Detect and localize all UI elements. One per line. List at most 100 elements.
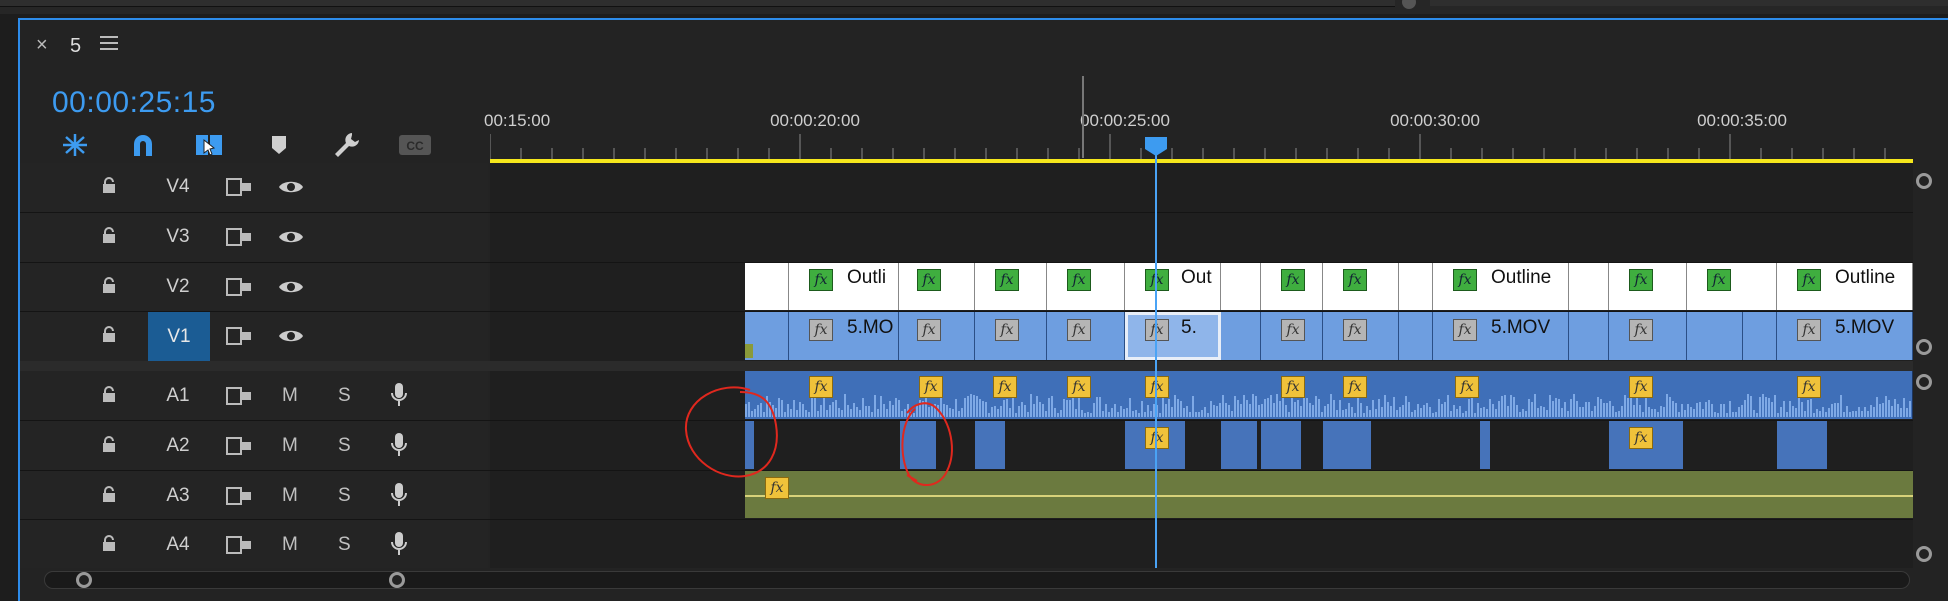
add-marker-icon[interactable] xyxy=(262,130,296,160)
lock-icon[interactable] xyxy=(102,326,116,342)
title-clip[interactable]: fx Outline xyxy=(1777,263,1913,310)
settings-wrench-icon[interactable] xyxy=(330,130,364,160)
track-label-v4[interactable]: V4 xyxy=(150,176,206,198)
mute-button[interactable]: M xyxy=(282,435,298,457)
video-clip[interactable]: fx 5.MO xyxy=(789,312,899,360)
snap-magnet-icon[interactable] xyxy=(126,130,160,160)
video-scroll-knob[interactable] xyxy=(1916,173,1932,189)
nested-sequence-icon[interactable] xyxy=(58,130,92,160)
sync-lock-icon[interactable] xyxy=(226,437,252,455)
eye-icon[interactable] xyxy=(278,179,304,195)
eye-icon[interactable] xyxy=(278,279,304,295)
lock-icon[interactable] xyxy=(102,386,116,402)
lock-icon[interactable] xyxy=(102,277,116,293)
title-clip[interactable]: fx xyxy=(1323,263,1399,310)
eye-icon[interactable] xyxy=(278,328,304,344)
video-clip[interactable]: fx xyxy=(975,312,1047,360)
audio-scroll-knob[interactable] xyxy=(1916,374,1932,390)
video-clip[interactable]: fx xyxy=(1609,312,1687,360)
sync-lock-icon[interactable] xyxy=(226,536,252,554)
panel-menu-icon[interactable] xyxy=(100,36,118,54)
playhead-handle[interactable] xyxy=(1144,136,1168,156)
sync-lock-icon[interactable] xyxy=(226,178,252,196)
title-clip[interactable]: fx Outline xyxy=(1433,263,1569,310)
track-label-v1[interactable]: V1 xyxy=(148,312,210,361)
track-label-a3[interactable]: A3 xyxy=(150,485,206,507)
title-clip[interactable]: fx xyxy=(899,263,975,310)
lock-icon[interactable] xyxy=(102,486,116,502)
video-clip[interactable]: fx 5.MOV xyxy=(1777,312,1913,360)
video-clip[interactable] xyxy=(1743,312,1777,360)
solo-button[interactable]: S xyxy=(338,435,351,457)
video-clip[interactable]: fx xyxy=(1261,312,1323,360)
video-clip[interactable] xyxy=(1399,312,1433,360)
playhead-line[interactable] xyxy=(1155,150,1157,568)
audio-clip[interactable] xyxy=(1480,421,1490,469)
waveform-bar xyxy=(1696,403,1698,417)
audio-clip[interactable]: fx xyxy=(1609,421,1683,469)
audio-clip[interactable] xyxy=(1777,421,1827,469)
time-ruler[interactable] xyxy=(490,130,1913,160)
microphone-icon[interactable] xyxy=(390,482,408,508)
microphone-icon[interactable] xyxy=(390,382,408,408)
title-clip[interactable] xyxy=(1569,263,1609,310)
title-clip[interactable] xyxy=(745,263,789,310)
lock-icon[interactable] xyxy=(102,227,116,243)
mute-button[interactable]: M xyxy=(282,385,298,407)
horizontal-zoom-scrollbar[interactable] xyxy=(44,571,1910,589)
solo-button[interactable]: S xyxy=(338,385,351,407)
track-label-a1[interactable]: A1 xyxy=(150,385,206,407)
sequence-tab-name[interactable]: 5 xyxy=(70,35,81,58)
title-clip[interactable]: fx xyxy=(1261,263,1323,310)
zoom-handle-right[interactable] xyxy=(389,572,405,588)
microphone-icon[interactable] xyxy=(390,432,408,458)
video-clip[interactable]: fx xyxy=(1323,312,1399,360)
lock-icon[interactable] xyxy=(102,436,116,452)
mute-button[interactable]: M xyxy=(282,485,298,507)
linked-selection-icon[interactable] xyxy=(192,130,226,160)
video-clip[interactable] xyxy=(745,312,789,360)
close-tab-button[interactable]: × xyxy=(36,34,48,57)
title-clip[interactable] xyxy=(1221,263,1261,310)
video-scroll-knob[interactable] xyxy=(1916,339,1932,355)
eye-icon[interactable] xyxy=(278,229,304,245)
video-clip[interactable]: fx 5.MOV xyxy=(1433,312,1569,360)
title-clip[interactable] xyxy=(1399,263,1433,310)
video-clip[interactable]: fx xyxy=(1047,312,1125,360)
video-clip[interactable] xyxy=(1221,312,1261,360)
sync-lock-icon[interactable] xyxy=(226,387,252,405)
video-clip[interactable] xyxy=(1569,312,1609,360)
video-clip[interactable]: fx xyxy=(899,312,975,360)
mute-button[interactable]: M xyxy=(282,534,298,556)
title-clip[interactable]: fx xyxy=(1609,263,1687,310)
solo-button[interactable]: S xyxy=(338,534,351,556)
title-clip[interactable]: fx xyxy=(1047,263,1125,310)
title-clip[interactable]: fx xyxy=(975,263,1047,310)
title-clip[interactable]: fx Outli xyxy=(789,263,899,310)
scroll-knob[interactable] xyxy=(1402,0,1416,9)
lock-icon[interactable] xyxy=(102,535,116,551)
audio-clip[interactable] xyxy=(1261,421,1301,469)
video-audio-divider[interactable] xyxy=(20,361,1913,371)
sync-lock-icon[interactable] xyxy=(226,278,252,296)
video-clip-selected[interactable]: fx 5. xyxy=(1125,312,1221,360)
track-label-v3[interactable]: V3 xyxy=(150,226,206,248)
zoom-handle-left[interactable] xyxy=(76,572,92,588)
microphone-icon[interactable] xyxy=(390,531,408,557)
audio-clip[interactable] xyxy=(1221,421,1257,469)
audio-scroll-knob[interactable] xyxy=(1916,546,1932,562)
sync-lock-icon[interactable] xyxy=(226,327,252,345)
title-clip[interactable]: fx xyxy=(1687,263,1777,310)
sync-lock-icon[interactable] xyxy=(226,228,252,246)
video-clip[interactable] xyxy=(1687,312,1743,360)
sync-lock-icon[interactable] xyxy=(226,487,252,505)
audio-clip[interactable] xyxy=(1323,421,1371,469)
title-clip[interactable]: fx Out xyxy=(1125,263,1221,310)
audio-clip[interactable] xyxy=(975,421,1005,469)
track-label-v2[interactable]: V2 xyxy=(150,276,206,298)
playhead-timecode[interactable]: 00:00:25:15 xyxy=(52,86,216,120)
lock-icon[interactable] xyxy=(102,177,116,193)
track-label-a4[interactable]: A4 xyxy=(150,534,206,556)
solo-button[interactable]: S xyxy=(338,485,351,507)
track-label-a2[interactable]: A2 xyxy=(150,435,206,457)
